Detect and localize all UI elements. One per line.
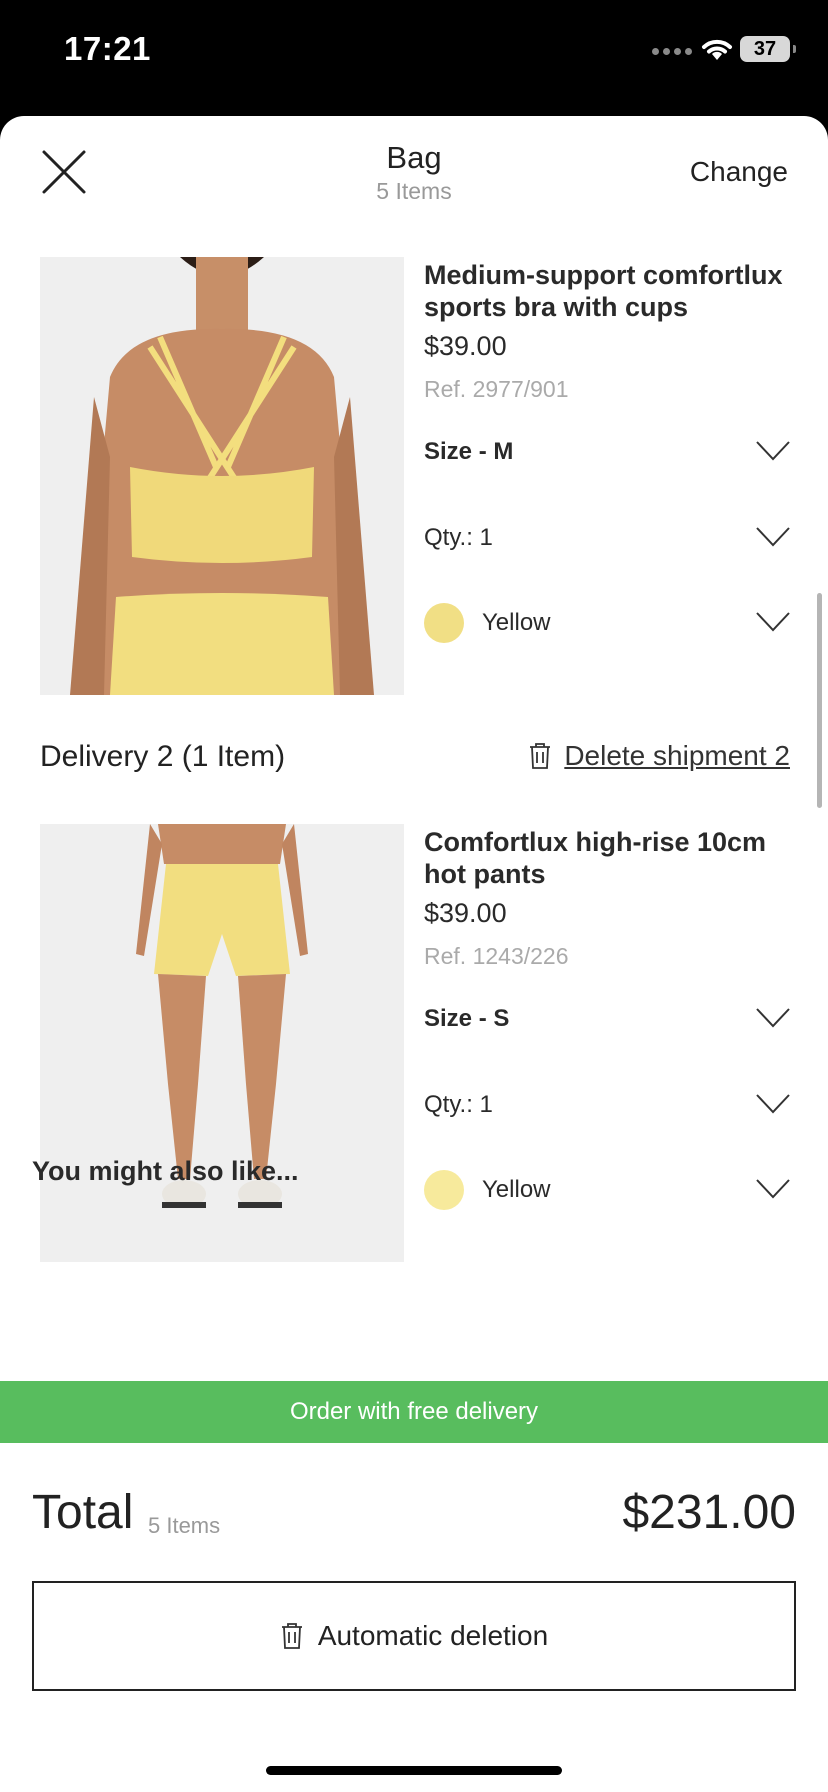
size-selector[interactable]: Size - S — [424, 999, 790, 1039]
change-button[interactable]: Change — [690, 156, 788, 188]
chevron-down-icon — [756, 1094, 790, 1114]
delivery-header: Delivery 2 (1 Item) Delete shipment 2 — [40, 738, 790, 778]
automatic-deletion-button[interactable]: Automatic deletion — [32, 1581, 796, 1691]
product-name[interactable]: Medium-support comfortlux sports bra wit… — [424, 259, 790, 323]
scrollbar[interactable] — [817, 593, 822, 808]
qty-label: Qty.: 1 — [424, 524, 493, 551]
product-info: Medium-support comfortlux sports bra wit… — [424, 257, 790, 403]
qty-selector[interactable]: Qty.: 1 — [424, 1085, 790, 1125]
product-price: $39.00 — [424, 898, 507, 928]
battery-icon: 37 — [740, 36, 796, 62]
recommendations-title: You might also like... — [32, 1156, 299, 1186]
color-label: Yellow — [482, 609, 551, 636]
delete-shipment-button[interactable]: Delete shipment 2 — [528, 740, 790, 772]
chevron-down-icon — [756, 441, 790, 461]
chevron-down-icon — [756, 527, 790, 547]
size-label: Size - M — [424, 438, 514, 465]
total-label: Total — [32, 1486, 134, 1539]
delete-shipment-label: Delete shipment 2 — [564, 740, 790, 771]
product-name[interactable]: Comfortlux high-rise 10cm hot pants — [424, 826, 790, 890]
trash-icon — [281, 1623, 302, 1649]
free-delivery-banner: Order with free delivery — [0, 1381, 828, 1443]
chevron-down-icon — [756, 1179, 790, 1199]
home-indicator[interactable] — [266, 1766, 562, 1775]
product-image[interactable] — [40, 257, 404, 695]
total-price: $231.00 — [622, 1486, 796, 1539]
color-swatch — [424, 1170, 464, 1210]
signal-icon — [652, 48, 692, 55]
delivery-title: Delivery 2 (1 Item) — [40, 740, 286, 773]
cart-item: Comfortlux high-rise 10cm hot pants $39.… — [40, 824, 790, 1262]
header: Bag 5 Items Change — [0, 116, 828, 226]
status-bar: 17:21 37 — [0, 0, 828, 110]
color-swatch — [424, 603, 464, 643]
cart-item: Medium-support comfortlux sports bra wit… — [40, 257, 790, 695]
qty-selector[interactable]: Qty.: 1 — [424, 518, 790, 558]
product-image[interactable] — [40, 824, 404, 1262]
color-label: Yellow — [482, 1176, 551, 1203]
automatic-deletion-label: Automatic deletion — [317, 1620, 549, 1651]
color-selector[interactable]: Yellow — [424, 1170, 790, 1210]
total-item-count: 5 Items — [148, 1513, 221, 1538]
wifi-icon — [702, 39, 732, 60]
checkout-footer: Total 5 Items $231.00 Automatic deletion — [0, 1443, 828, 1792]
trash-icon — [530, 743, 551, 769]
qty-label: Qty.: 1 — [424, 1091, 493, 1118]
chevron-down-icon — [756, 612, 790, 632]
size-selector[interactable]: Size - M — [424, 432, 790, 472]
size-label: Size - S — [424, 1005, 510, 1032]
product-price: $39.00 — [424, 331, 507, 361]
chevron-down-icon — [756, 1008, 790, 1028]
status-time: 17:21 — [64, 30, 151, 67]
bag-sheet: Bag 5 Items Change Medium-support comfor… — [0, 116, 828, 1792]
color-selector[interactable]: Yellow — [424, 603, 790, 643]
product-info: Comfortlux high-rise 10cm hot pants $39.… — [424, 824, 790, 970]
product-ref: Ref. 2977/901 — [424, 376, 569, 402]
product-ref: Ref. 1243/226 — [424, 943, 569, 969]
